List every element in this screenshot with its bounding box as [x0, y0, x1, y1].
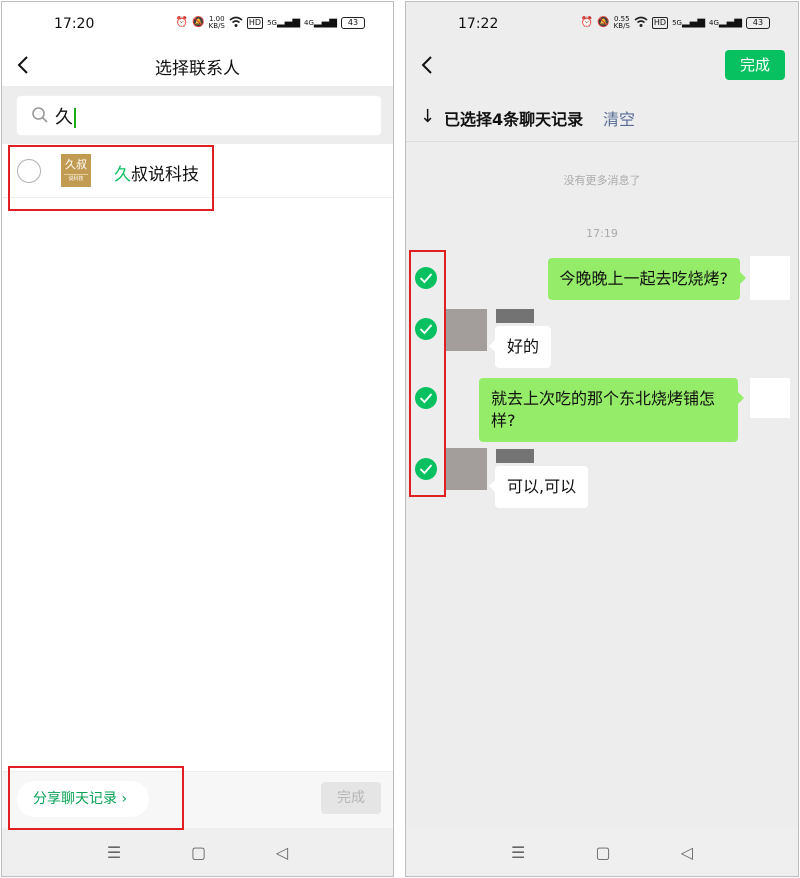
search-icon	[32, 107, 48, 123]
mute-icon: 🔕	[192, 17, 205, 28]
mute-icon: 🔕	[597, 17, 610, 28]
done-button[interactable]: 完成	[725, 50, 785, 80]
status-bar: 17:20 ⏰ 🔕 1.00 KB/S HD 5G▂▄▆ 4G▂▄▆ 43	[2, 2, 393, 46]
text-cursor	[74, 108, 76, 128]
page-title: 选择联系人	[155, 59, 240, 79]
sender-name-redacted	[496, 309, 534, 323]
message-bubble-sent[interactable]: 今晚晚上一起去吃烧烤?	[547, 258, 746, 300]
status-icons: ⏰ 🔕 0.55 KB/S HD 5G▂▄▆ 4G▂▄▆ 43	[581, 16, 770, 30]
system-nav-bar: ☰ ▢ ◁	[406, 828, 798, 876]
signal-5g-label: 5G	[267, 19, 277, 27]
hd-badge: HD	[246, 17, 264, 29]
annotation-box-checkboxes	[409, 250, 446, 497]
avatar[interactable]	[750, 378, 790, 418]
sender-name-redacted	[496, 449, 534, 463]
wifi-icon	[229, 16, 243, 30]
signal-4g-label: 4G	[304, 19, 314, 27]
signal-4g-icon: 4G▂▄▆	[304, 17, 337, 28]
home-icon[interactable]: ▢	[595, 843, 610, 862]
net-speed: 0.55 KB/S	[614, 16, 630, 30]
search-input[interactable]: 久	[17, 96, 381, 135]
selection-count: 已选择4条聊天记录	[444, 110, 584, 129]
avatar[interactable]	[445, 448, 487, 490]
message-bubble-received[interactable]: 可以,可以	[488, 466, 589, 508]
signal-5g-label: 5G	[672, 19, 682, 27]
message-bubble-sent[interactable]: 就去上次吃的那个东北烧烤铺怎样?	[479, 378, 744, 442]
annotation-box-share	[8, 766, 184, 830]
status-time: 17:20	[54, 16, 95, 32]
search-query: 久	[55, 103, 76, 129]
alarm-icon: ⏰	[580, 17, 594, 28]
system-nav-bar: ☰ ▢ ◁	[2, 828, 393, 876]
back-triangle-icon[interactable]: ◁	[276, 843, 288, 862]
net-speed-unit: KB/S	[613, 22, 630, 30]
signal-5g-icon: 5G▂▄▆	[672, 17, 706, 28]
signal-4g-icon: 4G▂▄▆	[709, 17, 742, 28]
menu-icon[interactable]: ☰	[511, 843, 525, 862]
signal-5g-icon: 5G▂▄▆	[267, 17, 301, 28]
signal-4g-label: 4G	[709, 19, 719, 27]
left-screen: 17:20 ⏰ 🔕 1.00 KB/S HD 5G▂▄▆ 4G▂▄▆ 43 选择联…	[1, 1, 394, 877]
battery-icon: 43	[341, 17, 365, 29]
annotation-box-contact	[8, 145, 214, 211]
alarm-icon: ⏰	[175, 17, 189, 28]
status-icons: ⏰ 🔕 1.00 KB/S HD 5G▂▄▆ 4G▂▄▆ 43	[176, 16, 365, 30]
status-time: 17:22	[458, 16, 499, 32]
home-icon[interactable]: ▢	[191, 843, 206, 862]
net-speed: 1.00 KB/S	[209, 16, 225, 30]
message-bubble-received[interactable]: 好的	[488, 326, 552, 368]
no-more-messages: 没有更多消息了	[563, 174, 641, 187]
battery-icon: 43	[746, 17, 770, 29]
status-bar: 17:22 ⏰ 🔕 0.55 KB/S HD 5G▂▄▆ 4G▂▄▆ 43	[406, 2, 798, 46]
menu-icon[interactable]: ☰	[107, 843, 121, 862]
hd-badge: HD	[651, 17, 669, 29]
arrow-down-icon: ↓	[420, 106, 436, 127]
avatar[interactable]	[445, 309, 487, 351]
net-speed-unit: KB/S	[208, 22, 225, 30]
avatar[interactable]	[750, 256, 790, 300]
right-screen: 17:22 ⏰ 🔕 0.55 KB/S HD 5G▂▄▆ 4G▂▄▆ 43 完成 …	[405, 1, 799, 877]
chevron-left-icon	[421, 56, 432, 74]
search-query-text: 久	[55, 107, 73, 128]
wifi-icon	[634, 16, 648, 30]
clear-selection-link[interactable]: 清空	[603, 106, 635, 130]
message-timestamp: 17:19	[586, 227, 618, 240]
back-triangle-icon[interactable]: ◁	[681, 843, 693, 862]
back-button[interactable]	[418, 54, 438, 76]
selection-bar: ↓ 已选择4条聊天记录 清空	[406, 94, 798, 142]
done-button-disabled[interactable]: 完成	[321, 782, 381, 814]
